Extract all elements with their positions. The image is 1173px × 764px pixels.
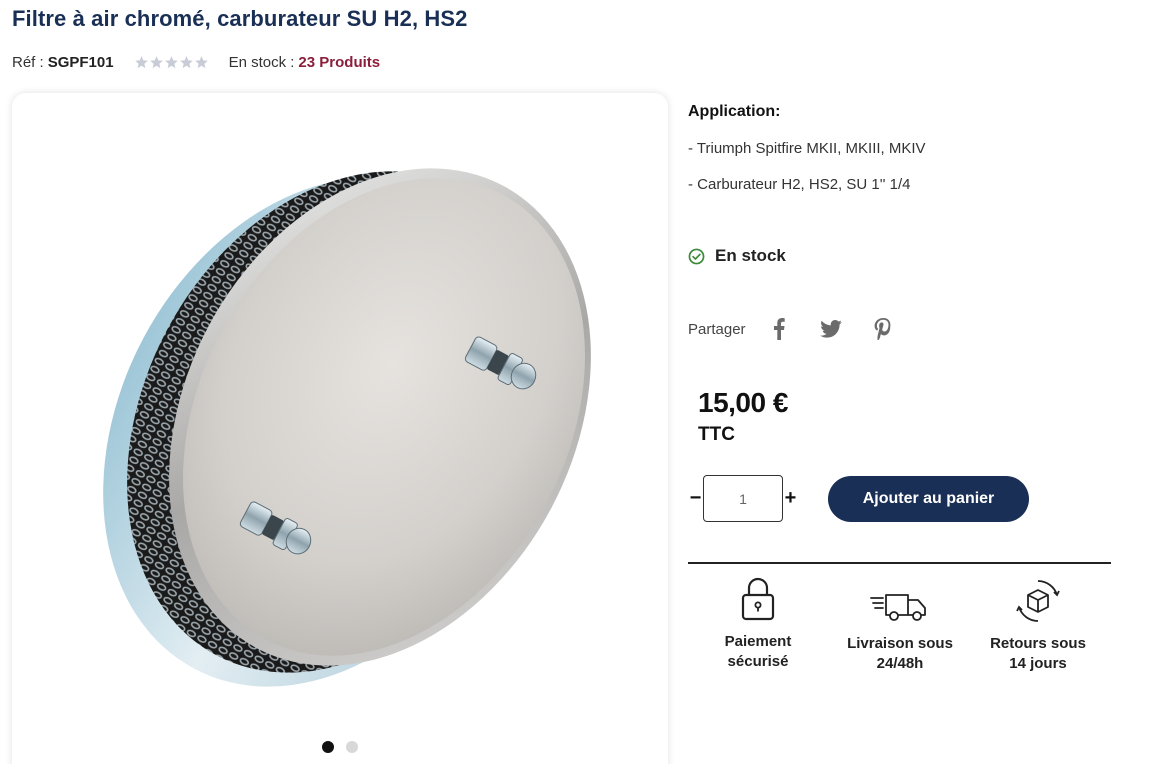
stock-label: En stock : [228,53,295,71]
return-box-icon [1016,580,1060,622]
star-icon [134,55,148,68]
star-icon [179,55,193,68]
feature-label: Paiement [724,633,792,650]
product-gallery[interactable] [12,93,668,764]
tax-label: TTC [698,424,735,445]
price: 15,00 € [698,387,788,418]
share-label: Partager [688,320,746,338]
quantity-input[interactable] [703,475,783,522]
facebook-icon[interactable] [768,318,790,340]
delivery-truck-icon [870,594,926,621]
quantity-decrease-button[interactable]: − [688,487,703,510]
quantity-increase-button[interactable]: + [783,487,798,510]
check-circle-icon [688,248,705,264]
share-bar: Partager [688,318,924,340]
ref-label: Réf : [12,53,44,71]
twitter-icon[interactable] [819,318,842,340]
product-title: Filtre à air chromé, carburateur SU H2, … [12,6,468,31]
feature-label: Livraison sous [847,635,953,652]
add-to-cart-button[interactable]: Ajouter au panier [828,476,1029,522]
application-line: - Carburateur H2, HS2, SU 1'' 1/4 [688,176,911,193]
feature-label: sécurisé [727,653,789,670]
product-image[interactable] [62,107,618,717]
divider [688,562,1111,564]
stock-count: 23 Produits [298,53,381,71]
lock-icon [741,577,775,621]
application-label: Application: [688,103,781,120]
rating-stars[interactable] [134,55,209,70]
ref-value: SGPF101 [47,53,114,71]
star-icon [164,55,178,68]
feature-label: 14 jours [1009,655,1067,672]
product-meta: Réf : SGPF101 En stock : 23 Produits [12,52,380,72]
pinterest-icon[interactable] [872,318,894,340]
quantity-stepper: − + [688,475,798,522]
star-icon [194,55,208,68]
carousel-dot-2[interactable] [346,741,358,753]
carousel-dot-1[interactable] [322,741,334,753]
carousel-dots [322,741,358,753]
availability: En stock [688,246,786,266]
feature-label: Retours sous [990,635,1086,652]
feature-label: 24/48h [876,655,924,672]
star-icon [149,55,163,68]
availability-text: En stock [715,246,786,265]
application-line: - Triumph Spitfire MKII, MKIII, MKIV [688,140,926,157]
